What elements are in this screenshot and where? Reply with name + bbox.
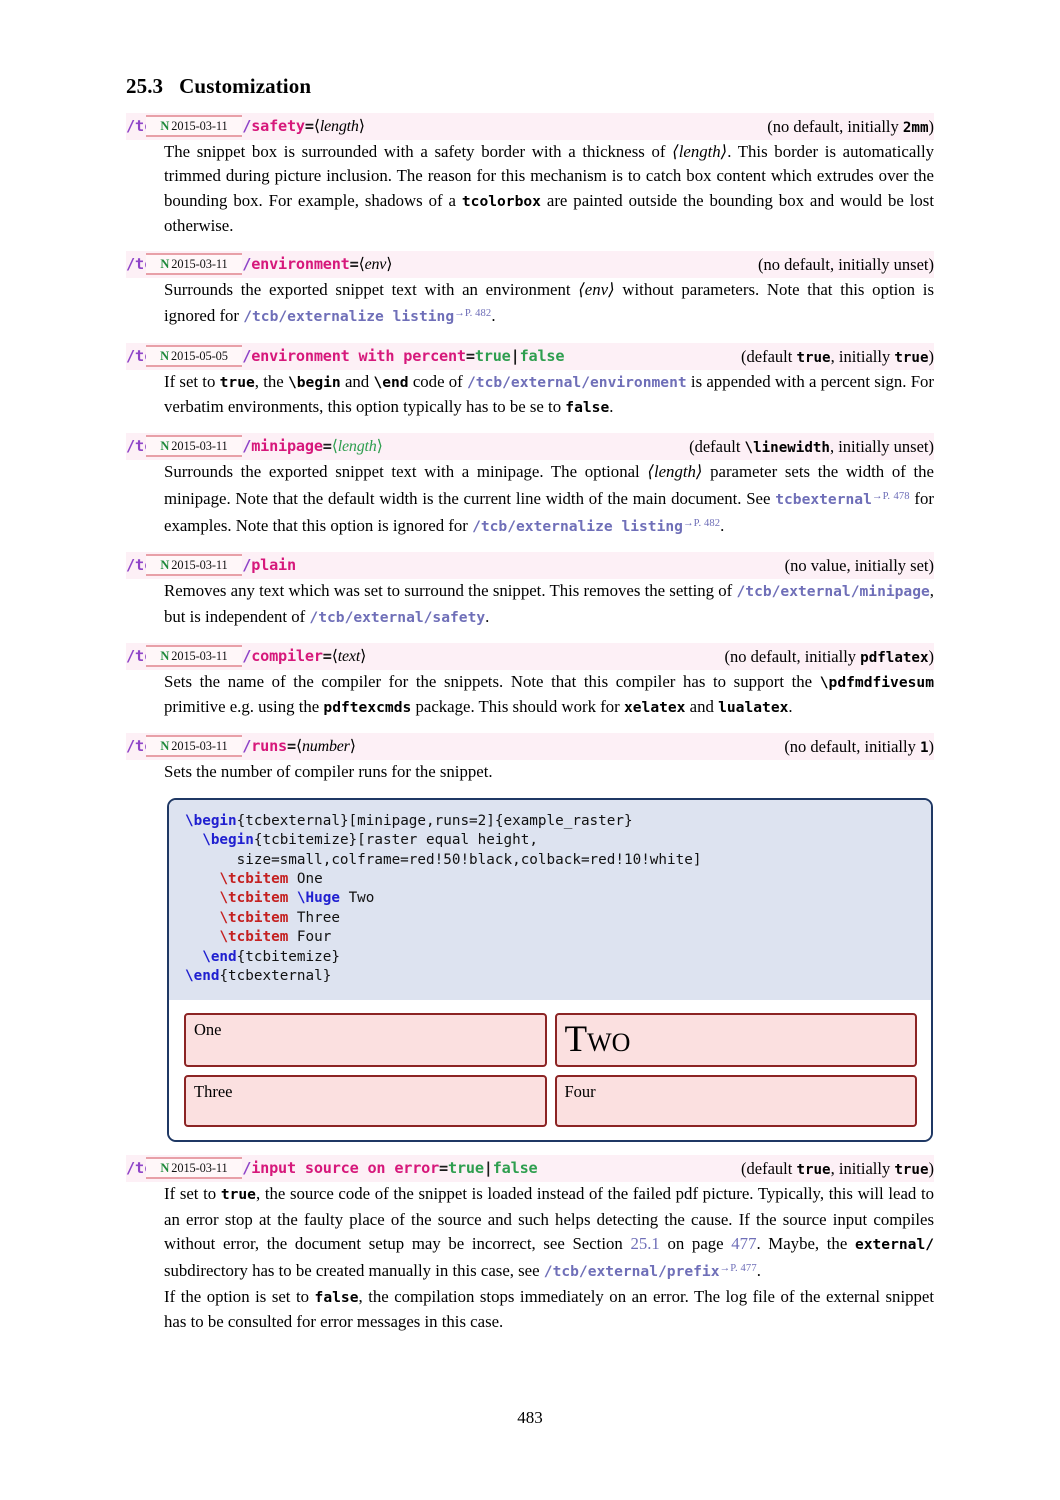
key-entry-safety: N2015-03-11 /tcb/external/safety=⟨length… xyxy=(0,113,1060,238)
key-description-continued: If the option is set to false, the compi… xyxy=(164,1286,935,1331)
cross-reference-link[interactable]: /tcb/external/prefix xyxy=(544,1263,720,1280)
raster-row: One Two xyxy=(184,1013,917,1068)
key-default-note: (default \linewidth, initially unset) xyxy=(689,437,934,457)
badge-date: 2015-03-11 xyxy=(171,257,228,272)
key-signature-line: N2015-03-11 /tcb/external/safety=⟨length… xyxy=(126,113,934,140)
cross-reference-link[interactable]: tcbexternal xyxy=(775,491,872,508)
change-date-badge: N 2015-03-11 xyxy=(146,115,242,137)
change-date-badge: N 2015-03-11 xyxy=(146,735,242,758)
cross-reference-link[interactable]: /tcb/external/minipage xyxy=(737,583,930,600)
change-date-badge: N 2015-05-05 xyxy=(146,344,242,367)
example-result: One Two Three Four xyxy=(169,1000,931,1141)
key-entry-minipage: N2015-03-11 /tcb/external/minipage=⟨leng… xyxy=(0,433,1060,539)
badge-new-marker: N xyxy=(160,257,170,272)
badge-new-marker: N xyxy=(160,739,170,754)
page-reference: →P. 477 xyxy=(719,1263,757,1275)
key-default-note: (no value, initially set) xyxy=(784,556,934,576)
key-description: Surrounds the exported snippet text with… xyxy=(164,462,934,535)
raster-item-label: Three xyxy=(194,1082,233,1102)
page-reference: →P. 478 xyxy=(871,490,910,502)
key-default-note: (default true, initially true) xyxy=(741,1159,934,1179)
cross-reference-link[interactable]: /tcb/external/environment xyxy=(467,374,687,391)
key-default-note: (no default, initially pdflatex) xyxy=(724,646,934,666)
badge-date: 2015-03-11 xyxy=(171,119,228,133)
key-signature-line: N2015-03-11 /tcb/external/compiler=⟨text… xyxy=(126,642,934,670)
key-entry-plain: N2015-03-11 /tcb/external/plain (no valu… xyxy=(0,552,1060,630)
raster-row: Three Four xyxy=(184,1075,917,1128)
cross-reference-link[interactable]: /tcb/externalize listing xyxy=(243,308,454,325)
key-entry-environment: N2015-03-11 /tcb/external/environment=⟨e… xyxy=(0,251,1060,330)
badge-new-marker: N xyxy=(160,439,170,454)
document-page: 25.3Customization N2015-03-11 /tcb/exter… xyxy=(0,0,1060,1500)
key-signature-line: N2015-03-11 /tcb/external/input source o… xyxy=(126,1155,934,1183)
section-link[interactable]: 25.1 xyxy=(630,1234,659,1253)
change-date-badge: N 2015-03-11 xyxy=(146,1157,242,1180)
key-entry-input-source-on-error: N2015-03-11 /tcb/external/input source o… xyxy=(0,1155,1060,1334)
key-description: Sets the name of the compiler for the sn… xyxy=(164,671,934,717)
page-number: 483 xyxy=(517,1408,543,1427)
change-date-badge: N 2015-03-11 xyxy=(146,554,242,577)
section-number: 25.3 xyxy=(126,74,164,98)
raster-item-four: Four xyxy=(554,1075,917,1128)
content-column: N2015-03-11 /tcb/external/safety=⟨length… xyxy=(0,113,1060,1334)
badge-date: 2015-03-11 xyxy=(171,648,228,663)
cross-reference-link[interactable]: /tcb/external/safety xyxy=(309,609,485,626)
badge-date: 2015-03-11 xyxy=(171,439,228,454)
key-description: Removes any text which was set to surrou… xyxy=(164,581,934,626)
badge-date: 2015-05-05 xyxy=(171,348,228,363)
change-date-badge: N 2015-03-11 xyxy=(146,253,242,276)
change-date-badge: N 2015-03-11 xyxy=(146,435,242,458)
key-description: The snippet box is surrounded with a saf… xyxy=(164,142,934,235)
key-signature-line: N2015-03-11 /tcb/external/runs=⟨number⟩ … xyxy=(126,733,934,761)
key-default-note: (no default, initially 1) xyxy=(784,737,934,757)
key-signature-line: N2015-03-11 /tcb/external/plain (no valu… xyxy=(126,552,934,580)
section-heading: 25.3 Customization xyxy=(126,74,311,99)
raster-item-three: Three xyxy=(184,1075,547,1128)
badge-new-marker: N xyxy=(160,348,170,363)
change-date-badge: N 2015-03-11 xyxy=(146,644,242,667)
cross-reference-link[interactable]: /tcb/externalize listing xyxy=(472,518,683,535)
raster-item-label: One xyxy=(194,1020,222,1040)
key-description: If set to true, the source code of the s… xyxy=(164,1184,935,1281)
key-default-note: (default true, initially true) xyxy=(741,346,934,366)
badge-new-marker: N xyxy=(160,119,170,133)
key-entry-environment-with-percent: N2015-05-05 /tcb/external/environment wi… xyxy=(0,342,1060,421)
key-description: If set to true, the \begin and \end code… xyxy=(164,371,935,417)
key-description: Surrounds the exported snippet text with… xyxy=(164,280,934,326)
key-entry-compiler: N2015-03-11 /tcb/external/compiler=⟨text… xyxy=(0,642,1060,721)
badge-new-marker: N xyxy=(160,558,170,573)
key-default-note: (no default, initially 2mm) xyxy=(767,117,934,136)
badge-new-marker: N xyxy=(160,648,170,663)
page-link[interactable]: 477 xyxy=(731,1234,756,1253)
key-signature-line: N2015-03-11 /tcb/external/environment=⟨e… xyxy=(126,251,934,279)
badge-date: 2015-03-11 xyxy=(171,739,228,754)
key-signature-line: N2015-03-11 /tcb/external/minipage=⟨leng… xyxy=(126,433,934,461)
raster-item-one: One xyxy=(184,1013,547,1068)
page-reference: →P. 482 xyxy=(682,517,721,529)
raster-item-two: Two xyxy=(554,1013,917,1068)
code-listing: \begin{tcbexternal}[minipage,runs=2]{exa… xyxy=(169,799,931,1001)
key-signature-line: N2015-05-05 /tcb/external/environment wi… xyxy=(126,342,934,370)
page-reference: →P. 482 xyxy=(454,308,492,320)
key-entry-runs: N2015-03-11 /tcb/external/runs=⟨number⟩ … xyxy=(0,733,1060,784)
raster-item-label: Four xyxy=(564,1082,596,1102)
section-title: Customization xyxy=(179,74,312,98)
raster-item-label: Two xyxy=(564,1019,631,1061)
badge-date: 2015-03-11 xyxy=(171,558,228,573)
example-box: \begin{tcbexternal}[minipage,runs=2]{exa… xyxy=(167,797,933,1143)
key-default-note: (no default, initially unset) xyxy=(758,255,934,275)
badge-new-marker: N xyxy=(160,1161,170,1176)
key-description: Sets the number of compiler runs for the… xyxy=(164,762,493,782)
badge-date: 2015-03-11 xyxy=(171,1161,228,1176)
